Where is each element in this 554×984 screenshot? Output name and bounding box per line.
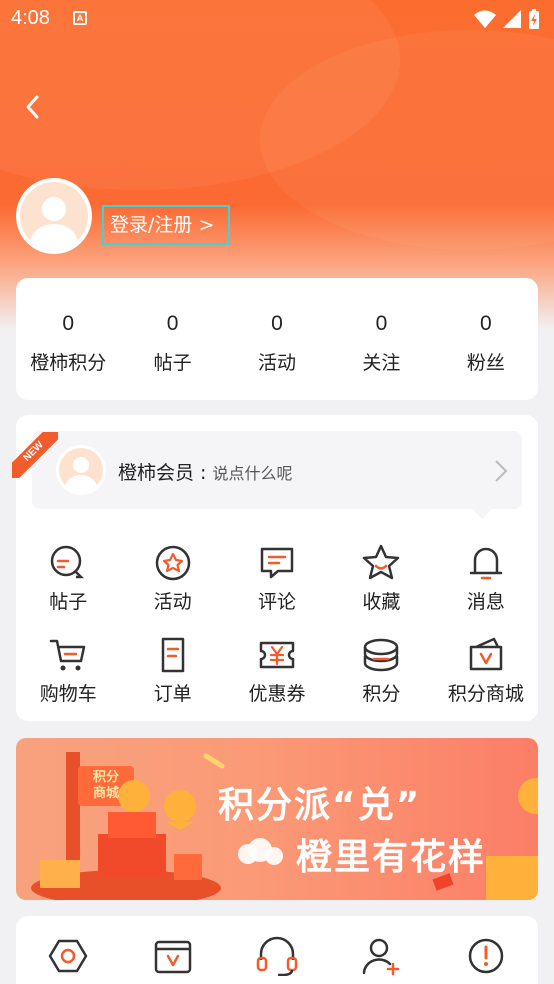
coupon-icon bbox=[259, 641, 295, 669]
member-banner[interactable]: 橙柿会员 : 说点什么呢 bbox=[32, 431, 522, 519]
stat-value: 0 bbox=[62, 312, 75, 335]
signal-icon bbox=[503, 10, 521, 28]
coins-icon bbox=[364, 638, 399, 672]
menu-item-comments[interactable]: 评论 bbox=[225, 543, 329, 635]
menu-item-favorites[interactable]: 收藏 bbox=[329, 543, 433, 635]
menu-label: 消息 bbox=[466, 591, 505, 613]
stat-label: 关注 bbox=[362, 352, 401, 374]
chat-bubble-icon bbox=[50, 545, 85, 579]
services-card bbox=[16, 916, 538, 984]
service-item-support[interactable] bbox=[225, 936, 329, 980]
stat-label: 粉丝 bbox=[466, 352, 505, 374]
menu-item-orders[interactable]: 订单 bbox=[120, 635, 224, 727]
service-item-wallet[interactable] bbox=[120, 936, 224, 980]
member-title-text: 橙柿会员 : bbox=[118, 462, 213, 484]
menu-label: 购物车 bbox=[39, 683, 97, 705]
new-badge-text: NEW bbox=[12, 432, 58, 478]
stats-card: 0 橙柿积分 0 帖子 0 活动 0 关注 0 粉丝 bbox=[16, 278, 538, 400]
status-bar: 4:08 A bbox=[0, 0, 554, 38]
app-notification-icon: A bbox=[73, 11, 87, 25]
stat-points[interactable]: 0 橙柿积分 bbox=[16, 278, 120, 400]
stat-value: 0 bbox=[479, 312, 492, 335]
user-avatar[interactable] bbox=[16, 178, 92, 254]
banner-title: 积分派“兑” bbox=[218, 785, 422, 826]
menu-label: 帖子 bbox=[49, 591, 88, 613]
stat-activities[interactable]: 0 活动 bbox=[225, 278, 329, 400]
service-item-add-friend[interactable] bbox=[329, 936, 433, 980]
menu-label: 订单 bbox=[153, 683, 192, 705]
stat-value: 0 bbox=[375, 312, 388, 335]
new-badge: NEW bbox=[12, 432, 58, 478]
menu-item-cart[interactable]: 购物车 bbox=[16, 635, 120, 727]
service-item-feedback[interactable] bbox=[434, 936, 538, 980]
member-subtitle: 说点什么呢 bbox=[212, 464, 293, 483]
menu-item-points[interactable]: 积分 bbox=[329, 635, 433, 727]
banner-subtitle: 橙里有花样 bbox=[296, 837, 487, 878]
bell-icon bbox=[469, 547, 503, 580]
member-title: 橙柿会员 : 说点什么呢 bbox=[118, 458, 293, 485]
member-avatar bbox=[56, 445, 106, 495]
menu-label: 评论 bbox=[258, 591, 297, 613]
member-menu-card: 橙柿会员 : 说点什么呢 帖子 活动 评论 收藏 消息 购物车 订单 优惠券 积… bbox=[16, 415, 538, 721]
stat-fans[interactable]: 0 粉丝 bbox=[434, 278, 538, 400]
status-time: 4:08 bbox=[11, 7, 50, 29]
menu-label: 优惠券 bbox=[248, 683, 306, 705]
alert-icon bbox=[468, 938, 504, 974]
stat-value: 0 bbox=[271, 312, 283, 335]
comment-icon bbox=[260, 547, 294, 579]
battery-icon bbox=[529, 9, 539, 29]
menu-item-points-mall[interactable]: 积分商城 bbox=[434, 635, 538, 727]
points-mall-banner[interactable]: 积分商城 积分派“兑” 橙里有花样 bbox=[16, 738, 538, 900]
cart-icon bbox=[49, 639, 86, 671]
service-item-settings[interactable] bbox=[16, 936, 120, 980]
menu-item-messages[interactable]: 消息 bbox=[434, 543, 538, 635]
wifi-icon bbox=[474, 10, 496, 28]
menu-label: 活动 bbox=[153, 591, 192, 613]
add-user-icon bbox=[363, 938, 400, 976]
stat-label: 橙柿积分 bbox=[30, 352, 107, 374]
stat-following[interactable]: 0 关注 bbox=[329, 278, 433, 400]
menu-item-coupons[interactable]: 优惠券 bbox=[225, 635, 329, 727]
back-arrow-icon[interactable] bbox=[20, 92, 50, 122]
banner-sign-text: 积分商城 bbox=[92, 770, 119, 801]
headset-icon bbox=[256, 936, 298, 977]
menu-label: 积分商城 bbox=[447, 683, 524, 705]
points-mall-icon bbox=[469, 637, 503, 671]
menu-item-posts[interactable]: 帖子 bbox=[16, 543, 120, 635]
wallet-icon bbox=[154, 940, 191, 974]
menu-item-activities[interactable]: 活动 bbox=[120, 543, 224, 635]
stat-label: 帖子 bbox=[153, 352, 192, 374]
order-icon bbox=[161, 637, 184, 673]
chevron-right-icon bbox=[495, 460, 508, 482]
stat-value: 0 bbox=[166, 312, 179, 335]
stat-label: 活动 bbox=[258, 352, 297, 374]
stat-posts[interactable]: 0 帖子 bbox=[120, 278, 224, 400]
banner-sign: 积分商城 bbox=[78, 768, 134, 804]
settings-hex-icon bbox=[48, 939, 88, 973]
star-icon bbox=[363, 544, 400, 580]
menu-label: 收藏 bbox=[362, 591, 401, 613]
function-grid: 帖子 活动 评论 收藏 消息 购物车 订单 优惠券 积分 积分商城 bbox=[16, 543, 538, 727]
menu-label: 积分 bbox=[362, 683, 401, 705]
login-register-link[interactable]: 登录/注册 > bbox=[102, 205, 230, 245]
status-icons bbox=[474, 9, 540, 29]
star-badge-icon bbox=[155, 545, 190, 581]
